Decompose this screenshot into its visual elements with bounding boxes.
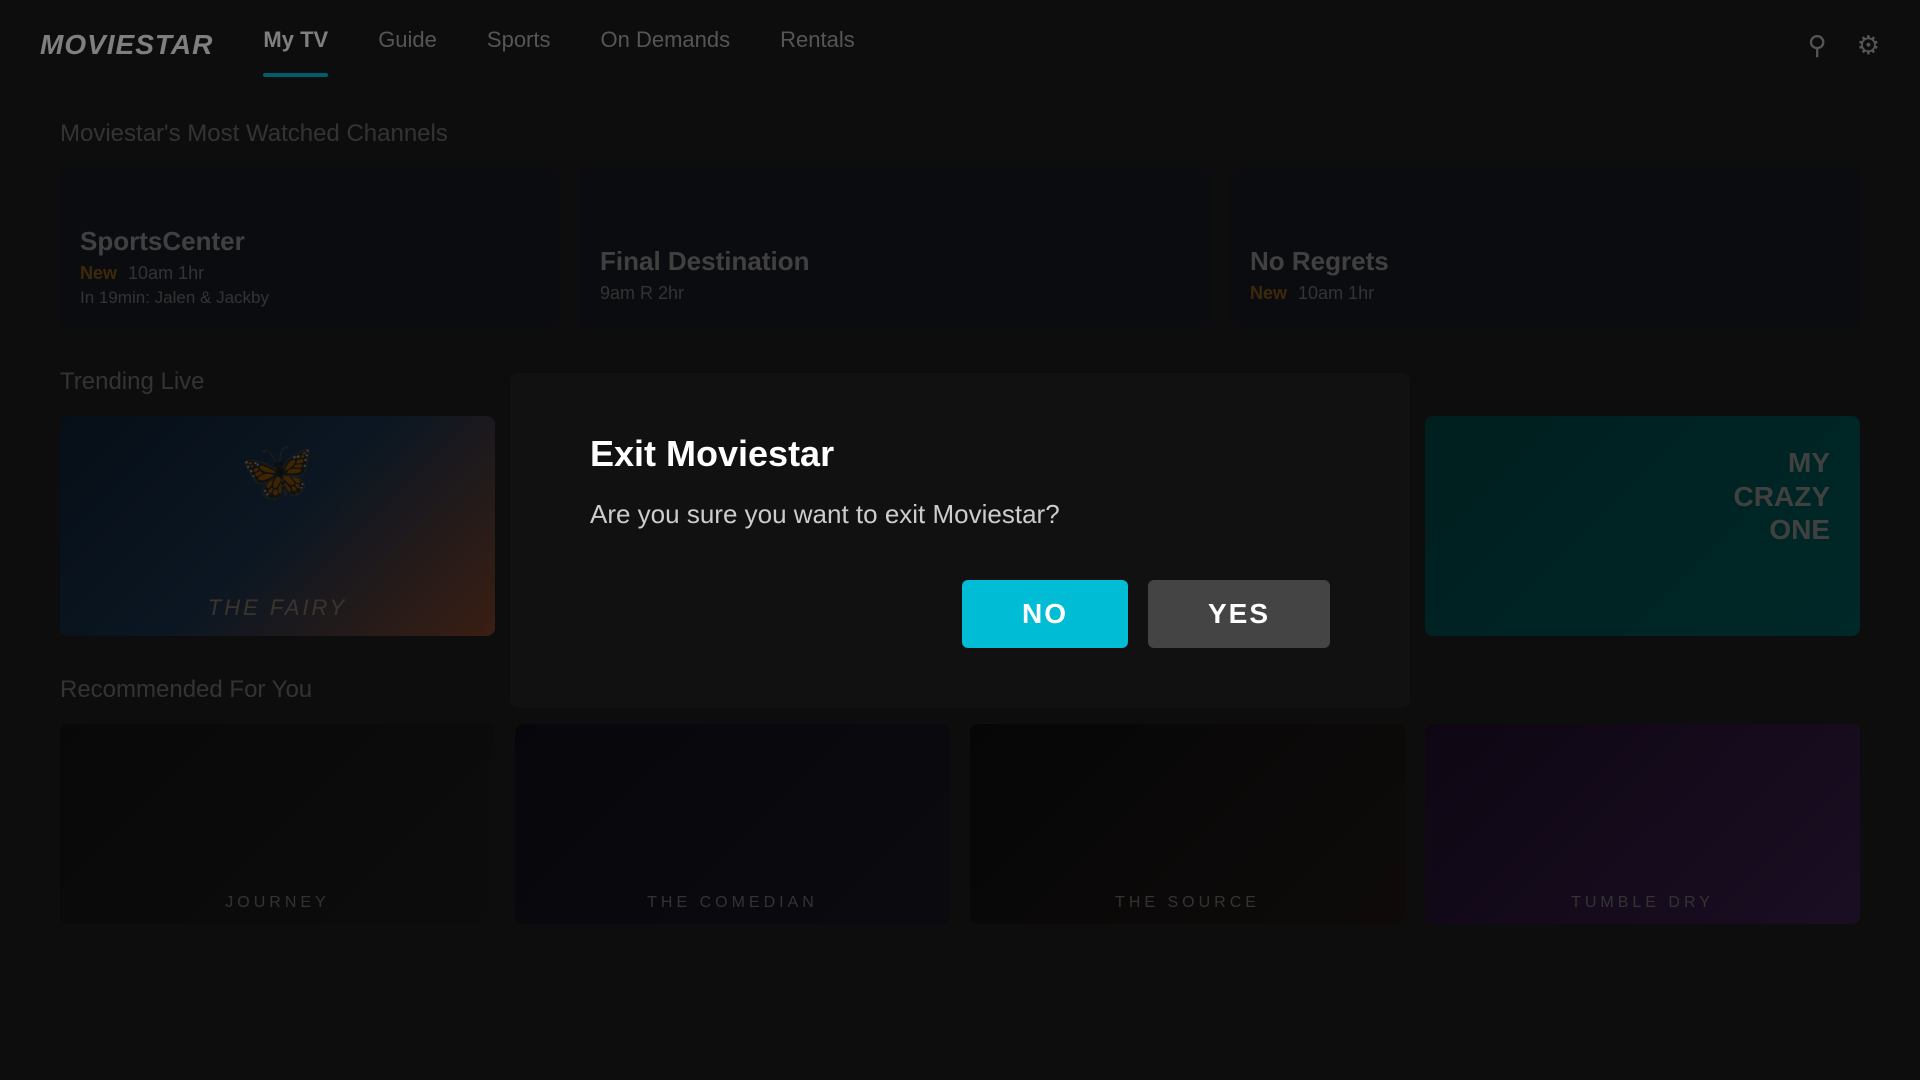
modal-title: Exit Moviestar (590, 433, 1330, 475)
yes-button[interactable]: YES (1148, 580, 1330, 648)
exit-modal: Exit Moviestar Are you sure you want to … (510, 373, 1410, 708)
modal-message: Are you sure you want to exit Moviestar? (590, 499, 1330, 530)
modal-overlay: Exit Moviestar Are you sure you want to … (0, 0, 1920, 1080)
modal-buttons: NO YES (590, 580, 1330, 648)
no-button[interactable]: NO (962, 580, 1128, 648)
